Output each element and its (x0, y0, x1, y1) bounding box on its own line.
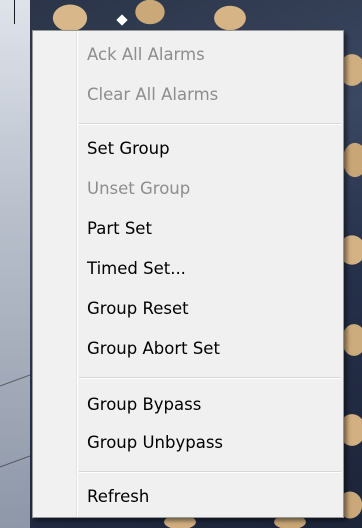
menu-item-group-unbypass[interactable]: Group Unbypass (35, 423, 341, 463)
background-divider-line (14, 0, 15, 24)
menu-item-unset-group[interactable]: Unset Group (35, 169, 341, 209)
menu-separator (79, 471, 341, 473)
menu-item-group-reset[interactable]: Group Reset (35, 289, 341, 329)
menu-item-group-abort-set[interactable]: Group Abort Set (35, 329, 341, 369)
menu-item-timed-set[interactable]: Timed Set... (35, 249, 341, 289)
context-menu: Ack All Alarms Clear All Alarms Set Grou… (32, 30, 344, 518)
menu-item-set-group[interactable]: Set Group (35, 129, 341, 169)
menu-separator (79, 377, 341, 379)
menu-item-refresh[interactable]: Refresh (35, 477, 341, 517)
menu-item-clear-all-alarms[interactable]: Clear All Alarms (35, 75, 341, 115)
menu-item-part-set[interactable]: Part Set (35, 209, 341, 249)
background-wire-lines (0, 374, 30, 468)
menu-item-group-bypass[interactable]: Group Bypass (35, 385, 341, 425)
menu-separator (79, 123, 341, 125)
menu-item-ack-all-alarms[interactable]: Ack All Alarms (35, 35, 341, 75)
